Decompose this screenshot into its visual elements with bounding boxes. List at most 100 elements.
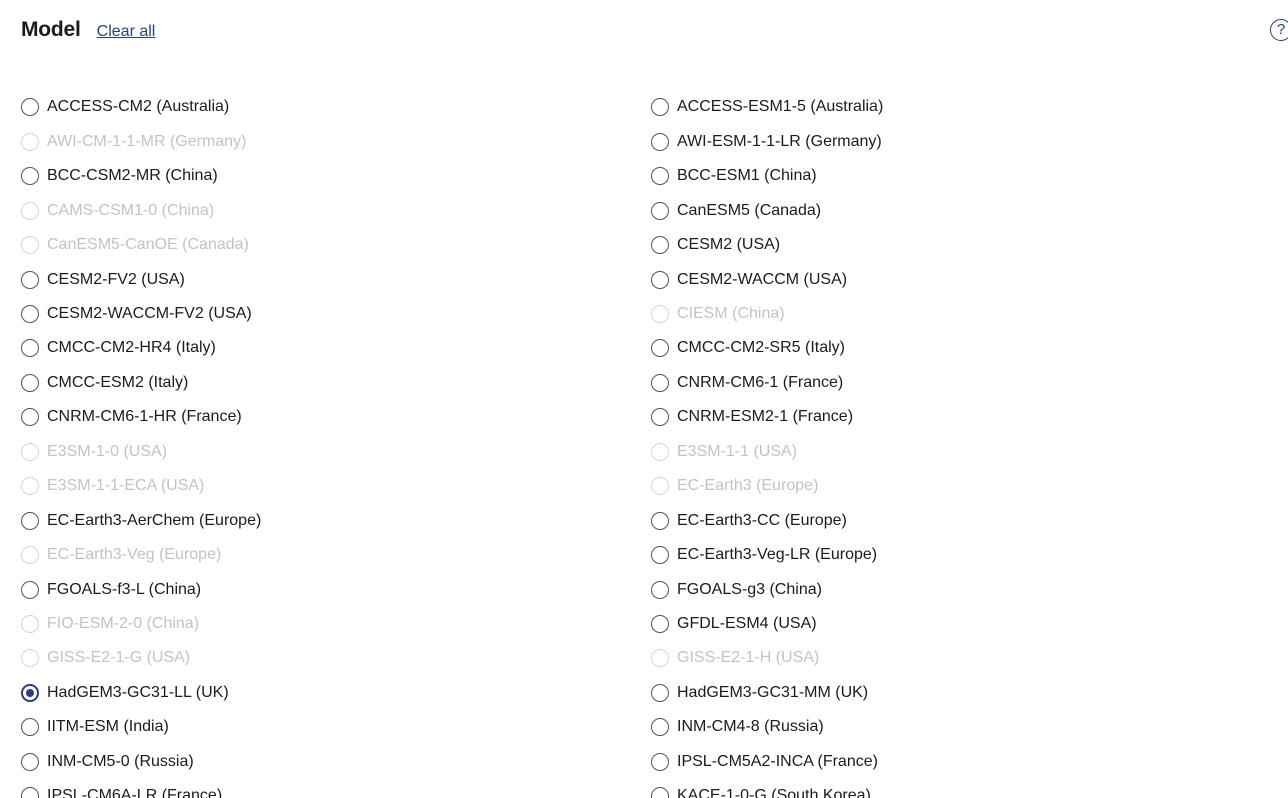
model-option[interactable]: EC-Earth3-AerChem (Europe) (21, 503, 261, 538)
model-option[interactable]: CNRM-CM6-1 (France) (651, 366, 843, 401)
model-option[interactable]: ACCESS-CM2 (Australia) (21, 90, 229, 125)
model-option-label: FIO-ESM-2-0 (China) (47, 615, 200, 632)
radio-unchecked-icon[interactable] (651, 511, 669, 530)
model-option: EC-Earth3 (Europe) (651, 469, 818, 504)
radio-unchecked-icon (21, 132, 39, 151)
model-option[interactable]: FGOALS-g3 (China) (651, 572, 822, 607)
radio-unchecked-icon (21, 201, 39, 220)
model-option[interactable]: CESM2-WACCM-FV2 (USA) (21, 297, 252, 332)
radio-checked-icon[interactable] (21, 683, 39, 702)
radio-unchecked-icon[interactable] (21, 580, 39, 599)
radio-unchecked-icon (21, 546, 39, 565)
model-option[interactable]: BCC-ESM1 (China) (651, 159, 817, 194)
radio-unchecked-icon[interactable] (21, 304, 39, 323)
radio-unchecked-icon (651, 442, 669, 461)
radio-unchecked-icon[interactable] (21, 339, 39, 358)
filter-title: Model (21, 18, 81, 41)
model-option-label: HadGEM3-GC31-MM (UK) (677, 683, 869, 701)
model-option[interactable]: GFDL-ESM4 (USA) (651, 607, 817, 642)
model-option: CanESM5-CanOE (Canada) (21, 228, 249, 263)
model-option-label: FGOALS-f3-L (China) (47, 580, 202, 598)
model-option-label: CESM2-WACCM-FV2 (USA) (47, 304, 252, 322)
model-option[interactable]: CESM2 (USA) (651, 228, 780, 263)
radio-unchecked-icon[interactable] (651, 236, 669, 255)
model-option[interactable]: CNRM-CM6-1-HR (France) (21, 400, 242, 435)
radio-unchecked-icon[interactable] (651, 546, 669, 565)
radio-unchecked-icon (651, 304, 669, 323)
radio-unchecked-icon[interactable] (651, 683, 669, 702)
radio-unchecked-icon[interactable] (21, 167, 39, 186)
radio-unchecked-icon[interactable] (651, 201, 669, 220)
model-option[interactable]: HadGEM3-GC31-MM (UK) (651, 676, 868, 711)
help-icon[interactable]: ? (1270, 19, 1288, 41)
model-option-label: IPSL-CM5A2-INCA (France) (677, 752, 878, 770)
radio-unchecked-icon[interactable] (651, 615, 669, 633)
radio-unchecked-icon[interactable] (21, 373, 39, 392)
radio-unchecked-icon[interactable] (651, 752, 669, 771)
model-option[interactable]: CMCC-ESM2 (Italy) (21, 366, 188, 401)
model-option-label: CESM2-WACCM (USA) (677, 270, 848, 288)
model-option-label: INM-CM4-8 (Russia) (677, 718, 824, 736)
clear-all-link[interactable]: Clear all (97, 23, 156, 41)
model-option: GISS-E2-1-G (USA) (21, 641, 190, 676)
radio-unchecked-icon[interactable] (651, 167, 669, 186)
radio-unchecked-icon[interactable] (21, 98, 39, 117)
model-option[interactable]: KACE-1-0-G (South Korea) (651, 779, 871, 798)
model-option[interactable]: CanESM5 (Canada) (651, 193, 821, 228)
model-option: AWI-CM-1-1-MR (Germany) (21, 124, 246, 159)
radio-unchecked-icon[interactable] (651, 580, 669, 599)
radio-unchecked-icon[interactable] (651, 132, 669, 151)
radio-unchecked-icon[interactable] (651, 787, 669, 798)
model-option-label: EC-Earth3-Veg-LR (Europe) (677, 546, 878, 564)
model-option[interactable]: CMCC-CM2-SR5 (Italy) (651, 331, 845, 366)
model-option[interactable]: EC-Earth3-Veg-LR (Europe) (651, 538, 877, 573)
model-option-label: CNRM-CM6-1-HR (France) (47, 408, 242, 426)
model-option-label: ACCESS-CM2 (Australia) (47, 98, 230, 116)
model-option-label: AWI-ESM-1-1-LR (Germany) (677, 132, 882, 150)
model-option-label: GFDL-ESM4 (USA) (677, 615, 817, 632)
model-option[interactable]: HadGEM3-GC31-LL (UK) (21, 676, 229, 711)
model-option[interactable]: BCC-CSM2-MR (China) (21, 159, 218, 194)
model-option-label: KACE-1-0-G (South Korea) (677, 787, 871, 798)
model-option-label: AWI-CM-1-1-MR (Germany) (47, 132, 247, 150)
radio-unchecked-icon[interactable] (651, 98, 669, 117)
model-option[interactable]: CMCC-CM2-HR4 (Italy) (21, 331, 216, 366)
radio-unchecked-icon[interactable] (651, 373, 669, 392)
model-option[interactable]: CNRM-ESM2-1 (France) (651, 400, 853, 435)
model-option: E3SM-1-0 (USA) (21, 435, 167, 470)
model-option[interactable]: FGOALS-f3-L (China) (21, 572, 201, 607)
radio-unchecked-icon[interactable] (21, 408, 39, 427)
model-option-label: CanESM5 (Canada) (677, 201, 822, 219)
model-option[interactable]: EC-Earth3-CC (Europe) (651, 503, 847, 538)
model-option[interactable]: INM-CM5-0 (Russia) (21, 745, 194, 780)
radio-unchecked-icon[interactable] (651, 270, 669, 289)
model-option[interactable]: ACCESS-ESM1-5 (Australia) (651, 90, 883, 125)
model-option[interactable]: AWI-ESM-1-1-LR (Germany) (651, 124, 882, 159)
radio-unchecked-icon[interactable] (651, 408, 669, 427)
model-option[interactable]: INM-CM4-8 (Russia) (651, 710, 824, 745)
radio-unchecked-icon[interactable] (21, 787, 39, 798)
model-option-label: GISS-E2-1-H (USA) (677, 649, 820, 667)
model-option-label: CIESM (China) (677, 304, 785, 322)
model-option[interactable]: CESM2-FV2 (USA) (21, 262, 185, 297)
model-option[interactable]: IPSL-CM6A-LR (France) (21, 779, 222, 798)
radio-unchecked-icon[interactable] (651, 718, 669, 737)
model-option: E3SM-1-1 (USA) (651, 435, 797, 470)
radio-unchecked-icon[interactable] (21, 752, 39, 771)
radio-unchecked-icon[interactable] (21, 718, 39, 737)
radio-unchecked-icon (21, 615, 39, 633)
radio-unchecked-icon[interactable] (651, 339, 669, 358)
model-option: EC-Earth3-Veg (Europe) (21, 538, 221, 573)
model-option-label: E3SM-1-1 (USA) (677, 442, 798, 460)
model-option[interactable]: IITM-ESM (India) (21, 710, 169, 745)
model-option[interactable]: IPSL-CM5A2-INCA (France) (651, 745, 878, 780)
model-option-label: CMCC-ESM2 (Italy) (47, 373, 189, 391)
model-option[interactable]: CESM2-WACCM (USA) (651, 262, 847, 297)
model-option-label: GISS-E2-1-G (USA) (47, 649, 191, 667)
model-option-label: BCC-CSM2-MR (China) (47, 167, 218, 185)
radio-unchecked-icon[interactable] (21, 511, 39, 530)
model-option-label: INM-CM5-0 (Russia) (47, 752, 194, 770)
radio-unchecked-icon[interactable] (21, 270, 39, 289)
radio-unchecked-icon (21, 442, 39, 461)
radio-unchecked-icon (21, 649, 39, 668)
